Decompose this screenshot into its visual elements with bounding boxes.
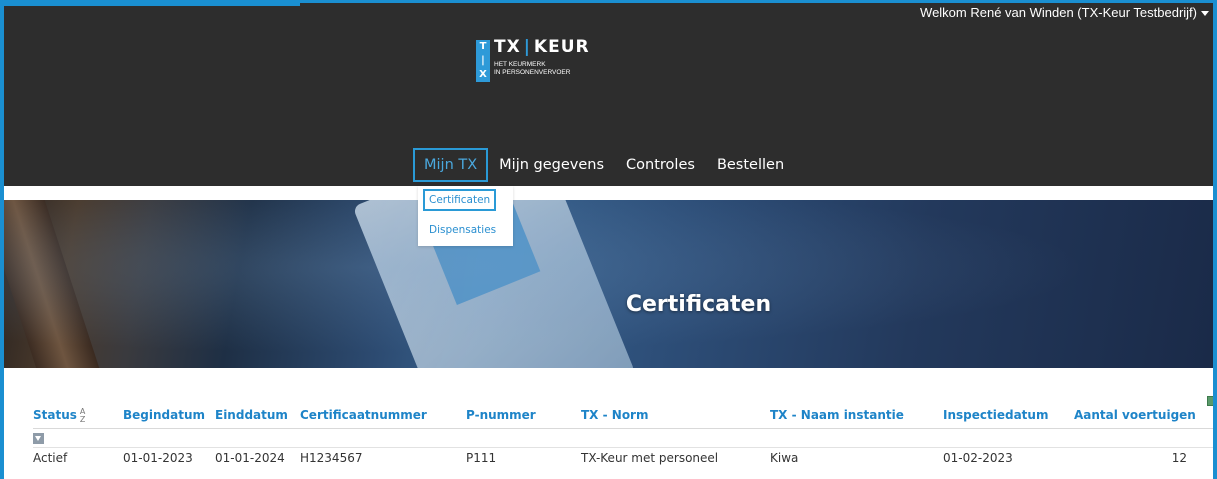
- column-header-aantal-voertuigen[interactable]: Aantal voertuigen: [1074, 408, 1196, 422]
- column-header-tx-norm[interactable]: TX - Norm: [581, 408, 648, 422]
- chevron-down-icon: [1201, 11, 1209, 17]
- logo-title: TX | KEUR: [494, 37, 590, 57]
- nav-item-mijn-tx[interactable]: Mijn TX: [413, 148, 489, 182]
- column-header-inspectiedatum[interactable]: Inspectiedatum: [943, 408, 1048, 422]
- main-nav: Mijn TX Mijn gegevens Controles Bestelle…: [413, 148, 795, 182]
- table-cell-tx-naam-instantie: Kiwa: [770, 451, 799, 465]
- column-header-p-nummer[interactable]: P-nummer: [466, 408, 536, 422]
- submenu-item-certificaten[interactable]: Certificaten: [423, 189, 497, 211]
- submenu-mijn-tx: Certificaten Dispensaties: [418, 186, 513, 246]
- column-header-einddatum[interactable]: Einddatum: [215, 408, 288, 422]
- table-cell-aantal-voertuigen: 12: [1171, 451, 1187, 465]
- page-title: Certificaten: [625, 292, 772, 317]
- sort-alpha-icon[interactable]: AZ: [80, 408, 85, 424]
- table-cell-inspectiedatum: 01-02-2023: [943, 451, 1013, 465]
- export-excel-icon[interactable]: [1207, 396, 1217, 406]
- column-header-status[interactable]: Status A Z: [33, 408, 85, 424]
- top-accent-strip: [0, 0, 300, 6]
- header-divider: [33, 428, 1213, 429]
- table-cell-begindatum: 01-01-2023: [123, 451, 193, 465]
- filter-divider: [33, 447, 1213, 448]
- table-cell-einddatum: 01-01-2024: [215, 451, 285, 465]
- submenu-item-dispensaties[interactable]: Dispensaties: [429, 224, 496, 236]
- logo-subtitle: HET KEURMERK IN PERSONENVERVOER: [494, 61, 571, 76]
- hero-banner: Certificaten: [4, 200, 1213, 368]
- column-header-tx-naam-instantie[interactable]: TX - Naam instantie: [770, 408, 904, 422]
- filter-icon[interactable]: [33, 433, 44, 444]
- table-cell-tx-norm: TX-Keur met personeel: [581, 451, 719, 465]
- table-cell-status: Actief: [33, 451, 68, 465]
- welcome-text: Welkom René van Winden (TX-Keur Testbedr…: [920, 5, 1197, 20]
- logo-tile: T | X: [476, 40, 490, 82]
- user-menu[interactable]: Welkom René van Winden (TX-Keur Testbedr…: [920, 5, 1209, 20]
- nav-item-mijn-gegevens[interactable]: Mijn gegevens: [488, 148, 615, 182]
- table-cell-certificaatnummer[interactable]: H1234567: [300, 451, 362, 465]
- column-header-certificaatnummer[interactable]: Certificaatnummer: [300, 408, 427, 422]
- table-cell-p-nummer: P111: [466, 451, 497, 465]
- tx-keur-logo[interactable]: T | X TX | KEUR HET KEURMERK IN PERSONENVERVO…: [476, 37, 606, 87]
- nav-item-bestellen[interactable]: Bestellen: [706, 148, 795, 182]
- nav-item-controles[interactable]: Controles: [615, 148, 706, 182]
- column-header-begindatum[interactable]: Begindatum: [123, 408, 205, 422]
